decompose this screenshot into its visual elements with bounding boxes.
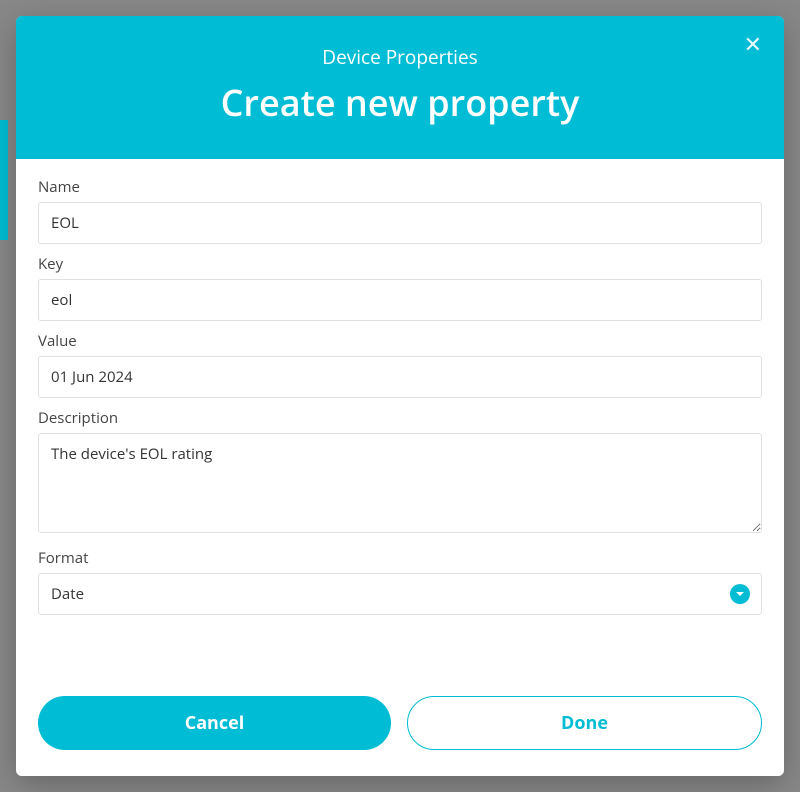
name-group: Name xyxy=(38,177,762,244)
modal-subtitle: Device Properties xyxy=(40,44,760,70)
modal-header: ✕ Device Properties Create new property xyxy=(16,16,784,159)
name-label: Name xyxy=(38,177,762,197)
close-icon: ✕ xyxy=(744,32,762,57)
name-input[interactable] xyxy=(38,202,762,244)
cancel-button[interactable]: Cancel xyxy=(38,696,391,750)
key-label: Key xyxy=(38,254,762,274)
description-group: Description xyxy=(38,408,762,538)
value-group: Value xyxy=(38,331,762,398)
key-group: Key xyxy=(38,254,762,321)
key-input[interactable] xyxy=(38,279,762,321)
format-label: Format xyxy=(38,548,762,568)
format-select[interactable] xyxy=(38,573,762,615)
close-button[interactable]: ✕ xyxy=(744,34,762,56)
create-property-modal: ✕ Device Properties Create new property … xyxy=(16,16,784,776)
format-select-wrapper xyxy=(38,573,762,615)
description-textarea[interactable] xyxy=(38,433,762,533)
value-label: Value xyxy=(38,331,762,351)
value-input[interactable] xyxy=(38,356,762,398)
done-button[interactable]: Done xyxy=(407,696,762,750)
sidebar-accent xyxy=(0,120,8,240)
modal-body: Name Key Value Description Format xyxy=(16,159,784,676)
description-label: Description xyxy=(38,408,762,428)
modal-footer: Cancel Done xyxy=(16,676,784,776)
format-group: Format xyxy=(38,548,762,615)
modal-title: Create new property xyxy=(40,78,760,127)
